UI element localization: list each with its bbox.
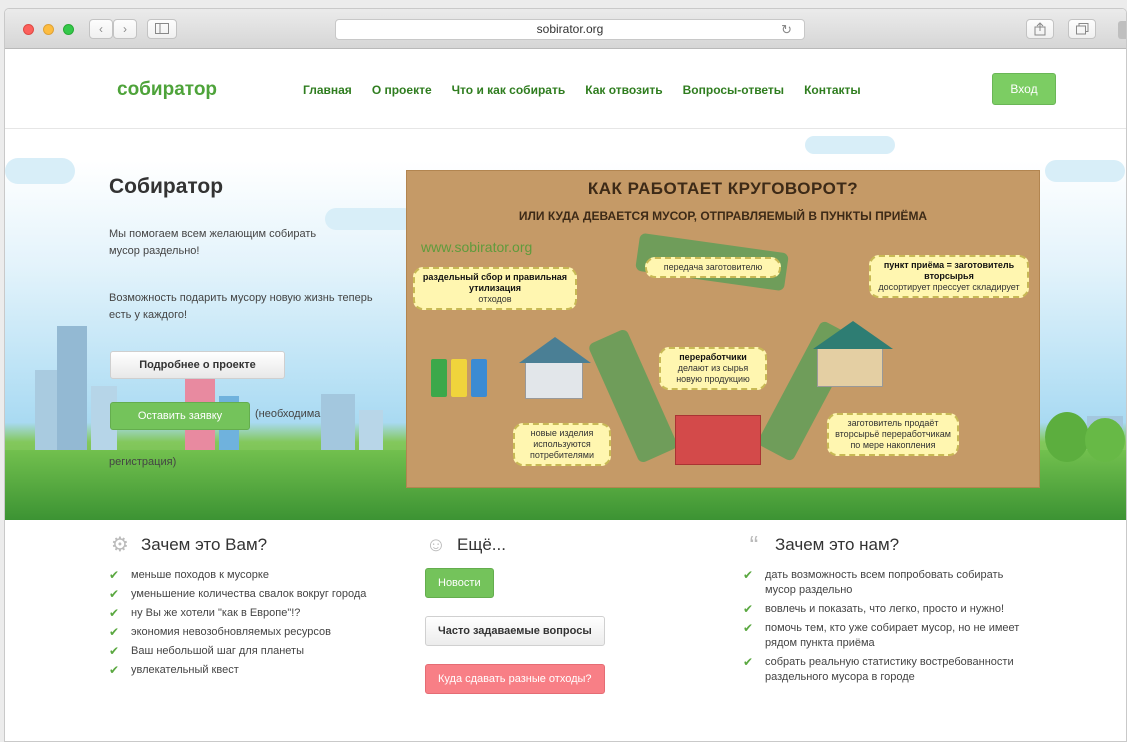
list-item: ✔ ну Вы же хотели "как в Европе"!? [109, 606, 301, 620]
cloud-decoration [5, 158, 75, 184]
sidebar-toggle-button[interactable] [147, 19, 177, 39]
user-icon: ☺ [425, 534, 447, 556]
forward-icon: › [123, 22, 127, 36]
site-header: собиратор Главная О проекте Что и как со… [5, 49, 1126, 129]
why-you-list: ✔ меньше походов к мусорке ✔ уменьшение ко… [109, 568, 409, 678]
check-icon: ✔ [743, 602, 754, 616]
recycling-bin [431, 359, 447, 397]
hero-text-mission: Мы помогаем всем желающим собирать мусор… [109, 228, 317, 257]
browser-toolbar: ‹ › sobirator.org ↻ [5, 9, 1126, 49]
tabs-overview-button[interactable] [1068, 19, 1096, 39]
recycling-bin [451, 359, 467, 397]
where-to-deliver-button[interactable]: Куда сдавать разные отходы? [425, 664, 605, 694]
cloud-decoration [1045, 160, 1125, 182]
address-text: sobirator.org [536, 22, 604, 36]
reload-icon[interactable]: ↻ [781, 20, 792, 39]
zoom-window-button[interactable] [63, 24, 74, 35]
list-item: ✔ уменьшение количества свалок вокруг гор… [109, 587, 367, 601]
back-button[interactable]: ‹ [89, 19, 113, 39]
close-window-button[interactable] [23, 24, 34, 35]
recycling-infographic: КАК РАБОТАЕТ КРУГОВОРОТ? ИЛИ КУДА ДЕВАЕТ… [406, 170, 1040, 488]
cloud-decoration [325, 208, 415, 230]
bubble-new-items: новые изделия используются потребителями [513, 423, 611, 466]
collection-point-building [817, 347, 883, 387]
login-button[interactable]: Вход [992, 73, 1056, 105]
registration-note-cont: регистрация) [109, 456, 177, 468]
house-illustration [525, 361, 583, 399]
quote-icon: “ [749, 530, 759, 560]
forward-button[interactable]: › [113, 19, 137, 39]
more-title: Ещё... [457, 535, 506, 554]
check-icon: ✔ [109, 606, 120, 620]
why-us-column: “ Зачем это нам? ✔ дать возможность всем … [743, 530, 1043, 689]
check-icon: ✔ [743, 568, 754, 582]
recycling-bin [471, 359, 487, 397]
check-icon: ✔ [109, 663, 120, 677]
house-roof [519, 337, 591, 363]
faq-button[interactable]: Часто задаваемые вопросы [425, 616, 605, 646]
more-about-project-button[interactable]: Подробнее о проекте [110, 351, 285, 379]
minimize-window-button[interactable] [43, 24, 54, 35]
check-icon: ✔ [109, 644, 120, 658]
list-item: ✔ меньше походов к мусорке [109, 568, 269, 582]
list-item: ✔ дать возможность всем попробовать собир… [743, 568, 1004, 596]
list-item: ✔ увлекательный квест [109, 663, 239, 677]
news-button[interactable]: Новости [425, 568, 494, 598]
why-us-title: Зачем это нам? [775, 535, 900, 554]
bubble-transfer: передача заготовителю [645, 257, 781, 278]
menu-item-how-to-deliver[interactable]: Как отвозить [585, 83, 662, 97]
why-you-column: ⚙ Зачем это Вам? ✔ меньше походов к мусор… [109, 534, 409, 682]
menu-item-about[interactable]: О проекте [372, 83, 432, 97]
bubble-separate-collection: раздельный сбор и правильная утилизация о… [413, 267, 577, 310]
check-icon: ✔ [743, 655, 754, 669]
more-column: ☺ Ещё... Новости Часто задаваемые вопрос… [425, 534, 685, 712]
site-logo[interactable]: собиратор [117, 79, 217, 101]
tabs-icon [1075, 23, 1088, 35]
features-section: ⚙ Зачем это Вам? ✔ меньше походов к мусор… [5, 520, 1126, 741]
list-item: ✔ Ваш небольшой шаг для планеты [109, 644, 304, 658]
why-you-title: Зачем это Вам? [141, 535, 268, 554]
hero-text-opportunity: Возможность подарить мусору новую жизнь … [109, 292, 373, 321]
browser-window: ‹ › sobirator.org ↻ собиратор Главная О … [4, 8, 1127, 742]
tree-decoration [1085, 418, 1125, 462]
share-button[interactable] [1026, 19, 1054, 39]
city-decoration [321, 394, 355, 458]
new-tab-button[interactable] [1118, 21, 1126, 39]
bubble-collector-sells: заготовитель продаёт вторсырьё переработ… [827, 413, 959, 456]
check-icon: ✔ [743, 621, 754, 635]
address-bar[interactable]: sobirator.org ↻ [335, 19, 805, 40]
infographic-url: www.sobirator.org [421, 239, 533, 255]
bubble-collection-point: пункт приёма = заготовитель вторсырья дос… [869, 255, 1029, 298]
bubble-processors: переработчики делают из сырья новую проду… [659, 347, 767, 390]
submit-request-button[interactable]: Оставить заявку [110, 402, 250, 430]
list-item: ✔ собрать реальную статистику востребован… [743, 655, 1014, 683]
city-decoration [35, 370, 57, 458]
factory-illustration [675, 415, 761, 465]
city-decoration [57, 326, 87, 458]
share-icon [1034, 22, 1046, 36]
hero-title: Собиратор [109, 175, 224, 198]
menu-item-what-to-collect[interactable]: Что и как собирать [452, 83, 566, 97]
list-item: ✔ экономия невозобновляемых ресурсов [109, 625, 331, 639]
infographic-subtitle: ИЛИ КУДА ДЕВАЕТСЯ МУСОР, ОТПРАВЛЯЕМЫЙ В … [518, 209, 928, 223]
sidebar-icon [155, 23, 169, 34]
back-icon: ‹ [99, 22, 103, 36]
tree-decoration [1045, 412, 1089, 462]
gear-icon: ⚙ [111, 534, 129, 556]
menu-item-contacts[interactable]: Контакты [804, 83, 861, 97]
main-menu: Главная О проекте Что и как собирать Как… [303, 83, 861, 97]
collection-point-roof [813, 321, 893, 349]
menu-item-faq[interactable]: Вопросы-ответы [683, 83, 784, 97]
check-icon: ✔ [109, 587, 120, 601]
menu-item-home[interactable]: Главная [303, 83, 352, 97]
infographic-title: КАК РАБОТАЕТ КРУГОВОРОТ? [587, 179, 859, 198]
list-item: ✔ вовлечь и показать, что легко, просто и… [743, 602, 1005, 616]
why-us-list: ✔ дать возможность всем попробовать собир… [743, 568, 1043, 685]
cloud-decoration [805, 136, 895, 154]
list-item: ✔ помочь тем, кто уже собирает мусор, но … [743, 621, 1020, 649]
check-icon: ✔ [109, 568, 120, 582]
hero-section: Собиратор Мы помогаем всем желающим соби… [5, 130, 1126, 520]
registration-note: (необходима [255, 408, 321, 420]
check-icon: ✔ [109, 625, 120, 639]
